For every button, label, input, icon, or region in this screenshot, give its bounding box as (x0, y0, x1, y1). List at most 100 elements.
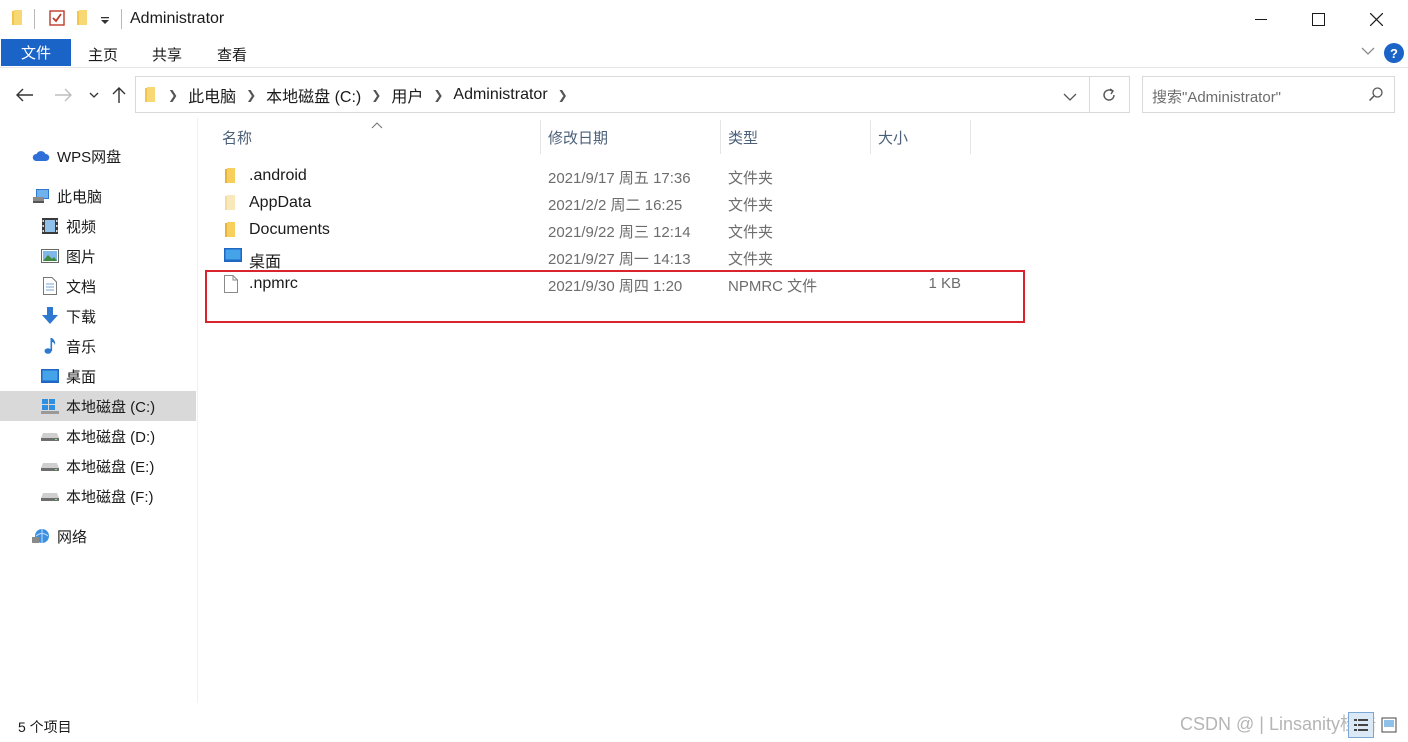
file-name: 桌面 (249, 254, 282, 271)
crumb-this-pc[interactable]: 此电脑 (182, 83, 242, 107)
minimize-icon (1255, 19, 1267, 20)
file-type: 文件夹 (728, 197, 774, 214)
forward-button[interactable] (52, 84, 74, 106)
chevron-right-icon[interactable]: ❯ (429, 88, 447, 102)
tab-share[interactable]: 共享 (152, 44, 182, 65)
file-name: .android (249, 167, 307, 184)
close-button[interactable] (1353, 0, 1399, 38)
arrow-left-icon (16, 88, 33, 102)
column-divider[interactable] (540, 120, 541, 154)
back-button[interactable] (14, 84, 36, 106)
navigation-pane: WPS网盘 此电脑 视频 图片 文档 下载 音乐 桌面 本地磁盘 (C:) 本地… (0, 118, 198, 703)
folder-icon (11, 9, 25, 31)
search-box[interactable]: 搜索"Administrator" (1142, 76, 1395, 113)
sidebar-item-label: 文档 (66, 278, 97, 296)
crumb-administrator[interactable]: Administrator (447, 86, 553, 104)
address-history-icon[interactable] (1063, 89, 1077, 106)
file-type: 文件夹 (728, 224, 774, 241)
tab-file[interactable]: 文件 (1, 39, 71, 66)
refresh-icon (1103, 87, 1115, 101)
sidebar-item-local-disk-d[interactable]: 本地磁盘 (D:) (0, 421, 196, 451)
divider (121, 9, 122, 29)
file-row[interactable]: AppData 2021/2/2 周二 16:25 文件夹 (216, 190, 976, 217)
drive-icon (41, 487, 59, 505)
details-view-icon (1354, 719, 1368, 731)
sidebar-item-desktop[interactable]: 桌面 (0, 361, 196, 391)
expand-ribbon-icon[interactable] (1360, 43, 1376, 63)
arrow-right-icon (55, 88, 72, 102)
sidebar-item-local-disk-c[interactable]: 本地磁盘 (C:) (0, 391, 196, 421)
up-button[interactable] (108, 84, 130, 106)
sidebar-item-label: 视频 (66, 218, 97, 236)
file-date: 2021/9/17 周五 17:36 (548, 170, 691, 187)
navigation-bar: ❯ 此电脑 ❯ 本地磁盘 (C:) ❯ 用户 ❯ Administrator ❯… (0, 70, 1408, 118)
sidebar-item-videos[interactable]: 视频 (0, 211, 196, 241)
column-divider[interactable] (970, 120, 971, 154)
desktop-folder-icon (224, 248, 242, 266)
column-divider[interactable] (720, 120, 721, 154)
sidebar-item-label: 音乐 (66, 338, 97, 356)
address-bar[interactable]: ❯ 此电脑 ❯ 本地磁盘 (C:) ❯ 用户 ❯ Administrator ❯ (135, 76, 1090, 113)
search-input[interactable]: 搜索"Administrator" (1152, 86, 1281, 107)
new-folder-icon[interactable] (76, 9, 90, 31)
column-divider[interactable] (870, 120, 871, 154)
ribbon: 文件 主页 共享 查看 ? (0, 38, 1408, 68)
sidebar-item-local-disk-e[interactable]: 本地磁盘 (E:) (0, 451, 196, 481)
maximize-button[interactable] (1295, 0, 1341, 38)
computer-icon (32, 187, 50, 205)
sidebar-item-label: WPS网盘 (57, 148, 122, 166)
file-row[interactable]: Documents 2021/9/22 周三 12:14 文件夹 (216, 217, 976, 244)
sidebar-item-label: 桌面 (66, 368, 97, 386)
chevron-right-icon[interactable]: ❯ (367, 88, 385, 102)
desktop-icon (41, 367, 59, 385)
properties-icon[interactable] (48, 9, 66, 31)
window-title: Administrator (130, 10, 225, 27)
minimize-button[interactable] (1238, 0, 1284, 38)
tab-view[interactable]: 查看 (217, 44, 247, 65)
column-header-size[interactable]: 大小 (878, 120, 908, 154)
file-name: Documents (249, 221, 330, 238)
recent-locations-button[interactable] (83, 84, 105, 106)
file-row[interactable]: 桌面 2021/9/27 周一 14:13 文件夹 (216, 244, 976, 271)
file-date: 2021/2/2 周二 16:25 (548, 197, 683, 214)
folder-hidden-icon (224, 194, 242, 212)
folder-icon (224, 221, 242, 239)
column-header-date[interactable]: 修改日期 (548, 120, 608, 154)
music-icon (41, 337, 59, 355)
drive-icon (41, 457, 59, 475)
highlight-box (205, 270, 1025, 323)
sidebar-item-this-pc[interactable]: 此电脑 (0, 181, 196, 211)
arrow-up-icon (112, 87, 126, 103)
customize-toolbar-icon[interactable] (100, 13, 110, 30)
sidebar-item-network[interactable]: 网络 (0, 521, 196, 551)
cloud-icon (32, 147, 50, 165)
close-icon (1369, 12, 1383, 26)
chevron-right-icon[interactable]: ❯ (554, 88, 572, 102)
column-header-name[interactable]: 名称 (222, 120, 252, 154)
sidebar-item-local-disk-f[interactable]: 本地磁盘 (F:) (0, 481, 196, 511)
tab-home[interactable]: 主页 (88, 44, 118, 65)
crumb-local-disk-c[interactable]: 本地磁盘 (C:) (260, 83, 367, 107)
sidebar-item-documents[interactable]: 文档 (0, 271, 196, 301)
refresh-button[interactable] (1089, 76, 1130, 113)
chevron-right-icon[interactable]: ❯ (164, 88, 182, 102)
network-icon (32, 527, 50, 545)
title-bar: Administrator (0, 0, 1408, 38)
crumb-users[interactable]: 用户 (385, 83, 429, 107)
address-folder-icon (144, 86, 158, 104)
chevron-right-icon[interactable]: ❯ (242, 88, 260, 102)
column-header-type[interactable]: 类型 (728, 120, 758, 154)
sidebar-item-music[interactable]: 音乐 (0, 331, 196, 361)
large-icons-view-button[interactable] (1376, 712, 1402, 738)
drive-icon (41, 427, 59, 445)
file-type: 文件夹 (728, 170, 774, 187)
sidebar-item-wps[interactable]: WPS网盘 (0, 141, 196, 171)
details-view-button[interactable] (1348, 712, 1374, 738)
search-icon[interactable] (1368, 86, 1384, 106)
help-button[interactable]: ? (1384, 43, 1404, 63)
file-row[interactable]: .android 2021/9/17 周五 17:36 文件夹 (216, 163, 976, 190)
sidebar-item-downloads[interactable]: 下载 (0, 301, 196, 331)
sidebar-item-pictures[interactable]: 图片 (0, 241, 196, 271)
maximize-icon (1311, 12, 1325, 26)
sort-ascending-icon (371, 116, 383, 133)
